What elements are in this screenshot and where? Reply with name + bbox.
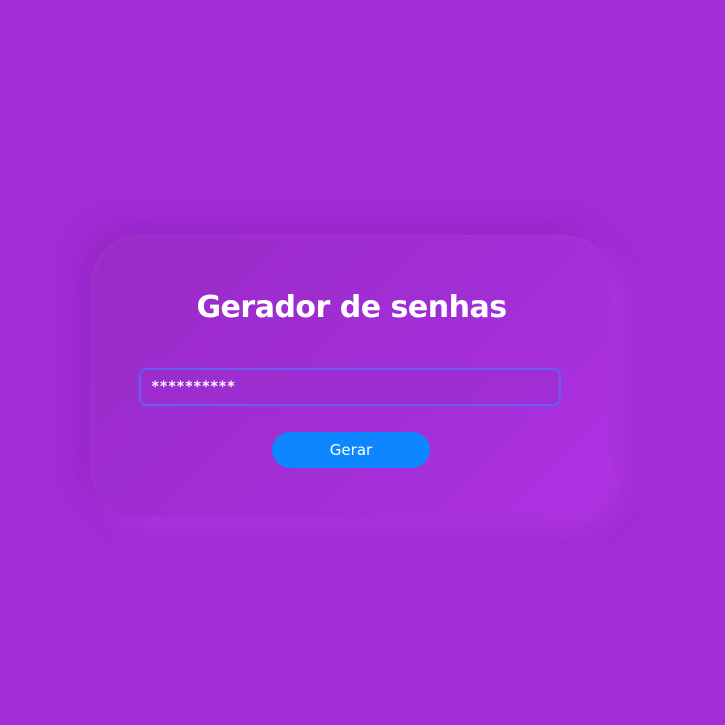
password-output-field[interactable] bbox=[139, 368, 561, 406]
generate-button[interactable]: Gerar bbox=[272, 432, 430, 468]
password-generator-card: Gerador de senhas Gerar bbox=[91, 235, 612, 517]
page-title: Gerador de senhas bbox=[196, 290, 507, 325]
